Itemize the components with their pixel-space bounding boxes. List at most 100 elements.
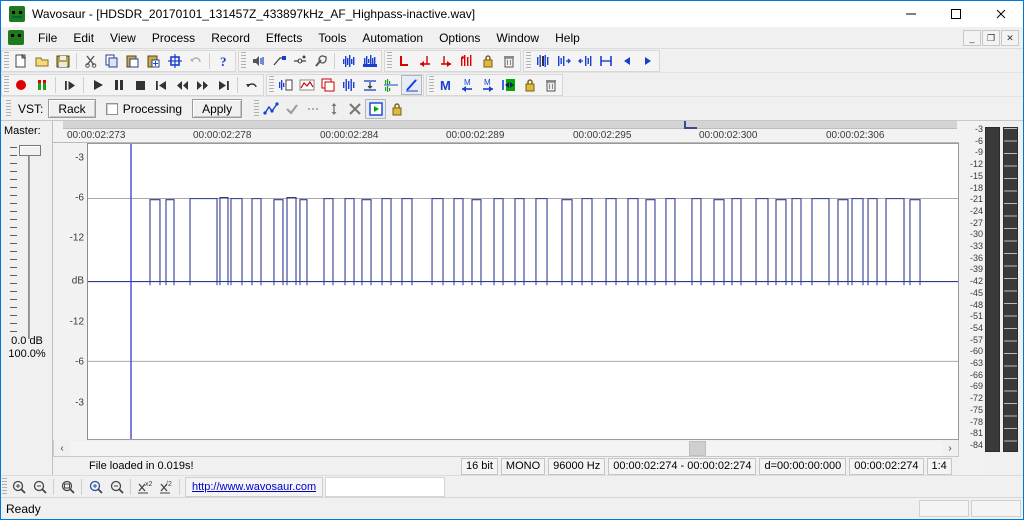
- help-icon[interactable]: ?: [213, 51, 234, 71]
- go-to-start-icon[interactable]: [150, 75, 171, 95]
- crop-icon[interactable]: [164, 51, 185, 71]
- master-volume-slider[interactable]: [7, 143, 47, 343]
- spectrum-icon[interactable]: [296, 75, 317, 95]
- toolbar-grip[interactable]: [429, 75, 434, 94]
- marker-right-icon[interactable]: [435, 51, 456, 71]
- loop-playback-icon[interactable]: [241, 75, 262, 95]
- delete-icon[interactable]: [498, 51, 519, 71]
- vst-rack-button[interactable]: Rack: [48, 99, 96, 118]
- marker-lock-icon[interactable]: [519, 75, 540, 95]
- waveform-canvas[interactable]: [88, 143, 959, 440]
- zoom-selection-fit-icon[interactable]: [57, 477, 78, 497]
- dots-line-icon[interactable]: [302, 99, 323, 119]
- close-button[interactable]: [978, 1, 1023, 27]
- document-menu-icon[interactable]: [8, 30, 24, 45]
- dc-offset-icon[interactable]: [359, 75, 380, 95]
- zoom-out-sel-icon[interactable]: [574, 51, 595, 71]
- mdi-close-button[interactable]: ✕: [1001, 30, 1019, 46]
- play-automation-icon[interactable]: [365, 98, 387, 119]
- save-file-icon[interactable]: [52, 51, 73, 71]
- menu-item-effects[interactable]: Effects: [258, 29, 310, 47]
- play-selection-icon[interactable]: [59, 75, 80, 95]
- volume-icon[interactable]: [247, 51, 268, 71]
- website-link-box[interactable]: http://www.wavosaur.com: [185, 476, 324, 497]
- minimize-button[interactable]: [888, 1, 933, 27]
- markers-all-icon[interactable]: [456, 51, 477, 71]
- automation-curve-icon[interactable]: [260, 99, 281, 119]
- vst-apply-button[interactable]: Apply: [192, 99, 243, 118]
- nav-next-icon[interactable]: [637, 51, 658, 71]
- ruler-position-marker[interactable]: [684, 121, 697, 129]
- zoom-vertical-out-icon[interactable]: -: [106, 477, 127, 497]
- scroll-thumb[interactable]: [689, 440, 707, 456]
- zoom-in-sel-icon[interactable]: [553, 51, 574, 71]
- zoom-x2-icon[interactable]: x2: [134, 477, 155, 497]
- marker-region-icon[interactable]: [498, 75, 519, 95]
- stop-icon[interactable]: [129, 75, 150, 95]
- waveform-plot[interactable]: [88, 144, 958, 439]
- timeline-ruler[interactable]: 00:00:02:273 00:00:02:278 00:00:02:284 00:0…: [53, 121, 959, 143]
- open-file-icon[interactable]: [31, 51, 52, 71]
- clear-automation-icon[interactable]: [344, 99, 365, 119]
- slider-track[interactable]: [28, 149, 30, 339]
- stereo-split-icon[interactable]: [380, 75, 401, 95]
- zoom-in-icon[interactable]: [8, 477, 29, 497]
- waveform-select-icon[interactable]: [359, 51, 380, 71]
- toolbar-grip[interactable]: [4, 75, 9, 94]
- marker-left-icon[interactable]: [414, 51, 435, 71]
- automation-lock-icon[interactable]: [386, 99, 407, 119]
- toolbar-grip[interactable]: [387, 51, 392, 70]
- waveform-blue-icon[interactable]: [338, 51, 359, 71]
- menu-item-view[interactable]: View: [102, 29, 144, 47]
- menu-item-file[interactable]: File: [30, 29, 65, 47]
- menu-item-record[interactable]: Record: [203, 29, 258, 47]
- scroll-right-arrow[interactable]: ›: [942, 440, 958, 456]
- menu-item-window[interactable]: Window: [488, 29, 547, 47]
- menu-item-options[interactable]: Options: [431, 29, 488, 47]
- zoom-selection-icon[interactable]: [532, 51, 553, 71]
- play-icon[interactable]: [87, 75, 108, 95]
- paste-icon[interactable]: [122, 51, 143, 71]
- envelope-icon[interactable]: [289, 51, 310, 71]
- maximize-button[interactable]: [933, 1, 978, 27]
- pause-icon[interactable]: [108, 75, 129, 95]
- pencil-draw-icon[interactable]: [401, 74, 422, 95]
- record-levels-icon[interactable]: [31, 75, 52, 95]
- toolbar-grip[interactable]: [4, 51, 9, 70]
- horizontal-scrollbar[interactable]: ‹ ›: [53, 440, 959, 457]
- menu-item-automation[interactable]: Automation: [354, 29, 431, 47]
- menu-item-process[interactable]: Process: [144, 29, 203, 47]
- wavosaur-website-link[interactable]: http://www.wavosaur.com: [192, 481, 316, 493]
- toolbar-grip[interactable]: [526, 51, 531, 70]
- batch-process-icon[interactable]: [275, 75, 296, 95]
- duplicate-window-icon[interactable]: [317, 75, 338, 95]
- scroll-track[interactable]: [70, 440, 942, 456]
- marker-next-icon[interactable]: M: [477, 75, 498, 95]
- wrench-icon[interactable]: [310, 51, 331, 71]
- zoom-vertical-in-icon[interactable]: [85, 477, 106, 497]
- toolbar-grip[interactable]: [6, 99, 11, 118]
- rewind-icon[interactable]: [171, 75, 192, 95]
- zoom-div2-icon[interactable]: /2: [155, 477, 176, 497]
- toolbar-grip[interactable]: [241, 51, 246, 70]
- vst-processing-checkbox[interactable]: Processing: [105, 102, 182, 116]
- toolbar-grip[interactable]: [254, 99, 260, 118]
- copy-icon[interactable]: [101, 51, 122, 71]
- checkbox-box[interactable]: [105, 102, 118, 115]
- lock-icon[interactable]: [477, 51, 498, 71]
- mdi-restore-button[interactable]: ❐: [982, 30, 1000, 46]
- cut-icon[interactable]: [80, 51, 101, 71]
- fit-width-icon[interactable]: [595, 51, 616, 71]
- marker-delete-icon[interactable]: [540, 75, 561, 95]
- menu-item-help[interactable]: Help: [547, 29, 588, 47]
- vertical-arrow-icon[interactable]: [323, 99, 344, 119]
- marker-prev-icon[interactable]: M: [456, 75, 477, 95]
- fade-icon[interactable]: [268, 51, 289, 71]
- mdi-minimize-button[interactable]: _: [963, 30, 981, 46]
- toolbar-grip[interactable]: [269, 75, 274, 94]
- zoom-out-icon[interactable]: [29, 477, 50, 497]
- scroll-left-arrow[interactable]: ‹: [54, 440, 70, 456]
- toolbar-grip[interactable]: [2, 477, 7, 496]
- loop-start-icon[interactable]: [393, 51, 414, 71]
- normalize-icon[interactable]: [338, 75, 359, 95]
